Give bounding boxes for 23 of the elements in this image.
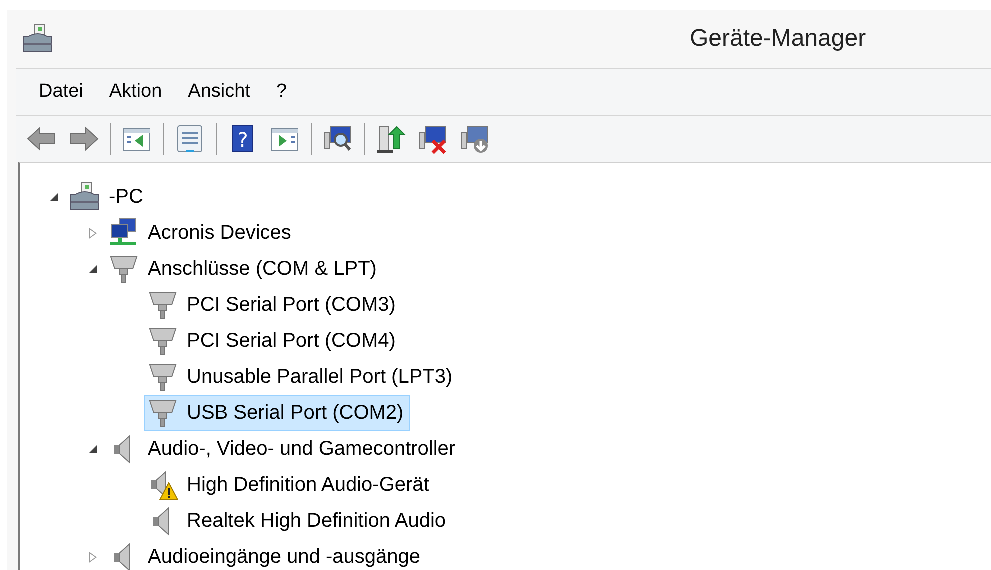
tree-item[interactable]: Realtek High Definition Audio [144,503,452,539]
tree-item[interactable]: Anschlüsse (COM & LPT) [105,251,383,287]
collapse-triangle-icon[interactable] [49,192,59,202]
computer-icon [69,181,101,213]
window-title: Geräte-Manager [690,25,866,53]
collapse-triangle-icon[interactable] [88,264,98,274]
menu-item[interactable]: Datei [30,77,92,107]
expand-triangle-icon[interactable] [88,228,98,238]
computer-icon [22,23,54,55]
tree-item[interactable]: Audio-, Video- und Gamecontroller [105,431,462,467]
menu-item[interactable]: Ansicht [179,77,260,107]
collapse-triangle-icon[interactable] [88,444,98,454]
tree-item[interactable]: Unusable Parallel Port (LPT3) [144,359,459,395]
tree-item[interactable]: -PC [66,179,150,215]
tree-item[interactable]: PCI Serial Port (COM3) [144,287,402,323]
menu-item[interactable]: Aktion [100,77,172,107]
tree-item[interactable]: PCI Serial Port (COM4) [144,323,402,359]
expand-triangle-icon[interactable] [88,552,98,562]
tree-item[interactable]: Acronis Devices [105,215,298,251]
tree-item[interactable]: Audioeingänge und -ausgänge [105,539,426,570]
tree-item[interactable]: High Definition Audio-Gerät [144,467,436,503]
menu-item[interactable]: ? [267,77,296,107]
tree-item[interactable]: USB Serial Port (COM2) [144,395,410,431]
